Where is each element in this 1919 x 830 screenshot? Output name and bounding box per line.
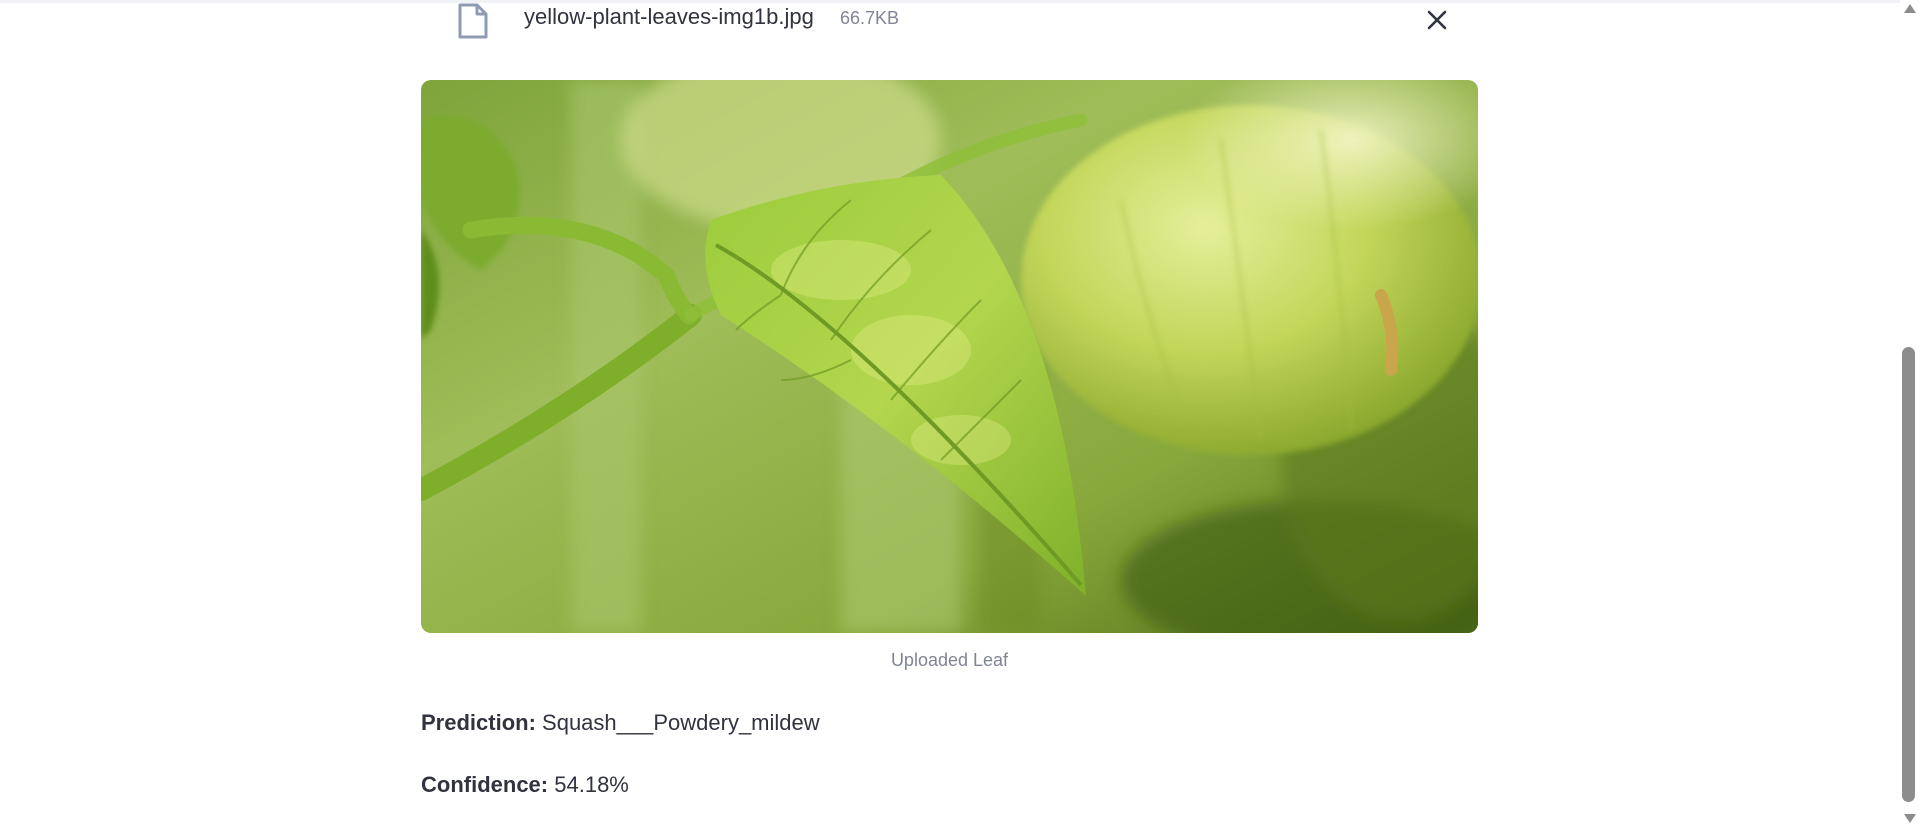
- file-name: yellow-plant-leaves-img1b.jpg: [524, 4, 814, 29]
- uploaded-file-row: yellow-plant-leaves-img1b.jpg 66.7KB: [452, 0, 1476, 40]
- vertical-scrollbar[interactable]: [1900, 0, 1919, 830]
- confidence-label: Confidence:: [421, 772, 549, 797]
- prediction-line: Prediction: Squash___Powdery_mildew: [421, 710, 820, 736]
- scroll-down-arrow-icon[interactable]: [1904, 814, 1916, 823]
- uploaded-leaf-image: [421, 80, 1478, 633]
- image-caption: Uploaded Leaf: [890, 650, 1009, 670]
- confidence-line: Confidence: 54.18%: [421, 772, 629, 798]
- prediction-label: Prediction:: [421, 710, 536, 735]
- confidence-value: 54.18%: [554, 772, 629, 797]
- remove-file-button[interactable]: [1420, 3, 1454, 37]
- file-size: 66.7KB: [840, 8, 900, 28]
- prediction-value: Squash___Powdery_mildew: [542, 710, 820, 735]
- scroll-up-arrow-icon[interactable]: [1904, 4, 1916, 13]
- file-icon: [456, 2, 490, 40]
- scrollbar-thumb[interactable]: [1902, 347, 1915, 802]
- close-icon: [1427, 10, 1447, 30]
